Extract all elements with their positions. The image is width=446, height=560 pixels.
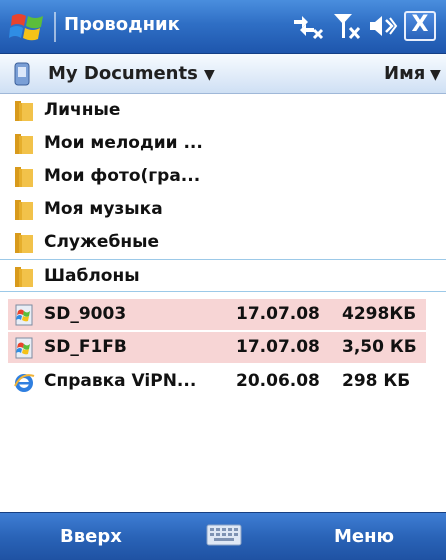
up-softkey[interactable]: Вверх [60, 525, 122, 549]
chevron-down-icon[interactable]: ▼ [204, 62, 215, 88]
folder-icon [15, 167, 33, 187]
file-size: 3,50 КБ [342, 337, 417, 357]
folder-icon [15, 233, 33, 253]
file-size: 4298КБ [342, 304, 417, 324]
file-name: SD_9003 [44, 304, 127, 324]
sort-dropdown[interactable]: Имя [384, 62, 425, 86]
ie-file-icon [14, 374, 35, 392]
menu-softkey[interactable]: Меню [334, 525, 394, 549]
volume-muted-icon[interactable] [368, 12, 398, 40]
list-item[interactable]: SD_9003 17.07.08 4298КБ [0, 298, 446, 331]
connectivity-icon[interactable] [290, 12, 326, 40]
media-file-icon [15, 337, 33, 359]
list-item[interactable]: Шаблоны [0, 259, 446, 292]
list-item[interactable]: Личные [0, 94, 446, 127]
list-item[interactable]: Служебные [0, 226, 446, 259]
location-bar: My Documents ▼ Имя ▼ [0, 54, 446, 94]
list-item[interactable]: SD_F1FB 17.07.08 3,50 КБ [0, 331, 446, 364]
folder-dropdown[interactable]: My Documents [48, 62, 198, 86]
close-button[interactable]: X [404, 11, 436, 41]
file-date: 20.06.08 [236, 371, 320, 391]
list-item[interactable]: Моя музыка [0, 193, 446, 226]
file-name: Справка ViPN... [44, 371, 197, 391]
file-name: Моя музыка [44, 199, 163, 219]
file-date: 17.07.08 [236, 304, 320, 324]
list-item[interactable]: Мои фото(гра... [0, 160, 446, 193]
windows-start-icon[interactable] [8, 8, 48, 46]
folder-icon [15, 200, 33, 220]
folder-icon [15, 134, 33, 154]
file-date: 17.07.08 [236, 337, 320, 357]
file-name: Мои мелодии ... [44, 133, 203, 153]
softkey-bar: Вверх Меню [0, 512, 446, 560]
document-icon [14, 62, 30, 86]
file-name: Шаблоны [44, 266, 140, 286]
list-item[interactable]: Справка ViPN... 20.06.08 298 КБ [0, 365, 446, 398]
file-name: SD_F1FB [44, 337, 127, 357]
file-name: Личные [44, 100, 121, 120]
title-bar: Проводник X [0, 0, 446, 54]
keyboard-icon[interactable] [206, 523, 242, 547]
folder-icon [15, 101, 33, 121]
folder-icon [15, 267, 33, 287]
file-name: Служебные [44, 232, 159, 252]
media-file-icon [15, 304, 33, 326]
file-size: 298 КБ [342, 371, 411, 391]
title-separator [54, 12, 56, 42]
file-list: Личные Мои мелодии ... Мои фото(гра... М… [0, 94, 446, 512]
signal-off-icon[interactable] [332, 12, 362, 40]
app-title: Проводник [64, 14, 180, 35]
file-name: Мои фото(гра... [44, 166, 201, 186]
list-item[interactable]: Мои мелодии ... [0, 127, 446, 160]
chevron-down-icon[interactable]: ▼ [430, 62, 441, 88]
